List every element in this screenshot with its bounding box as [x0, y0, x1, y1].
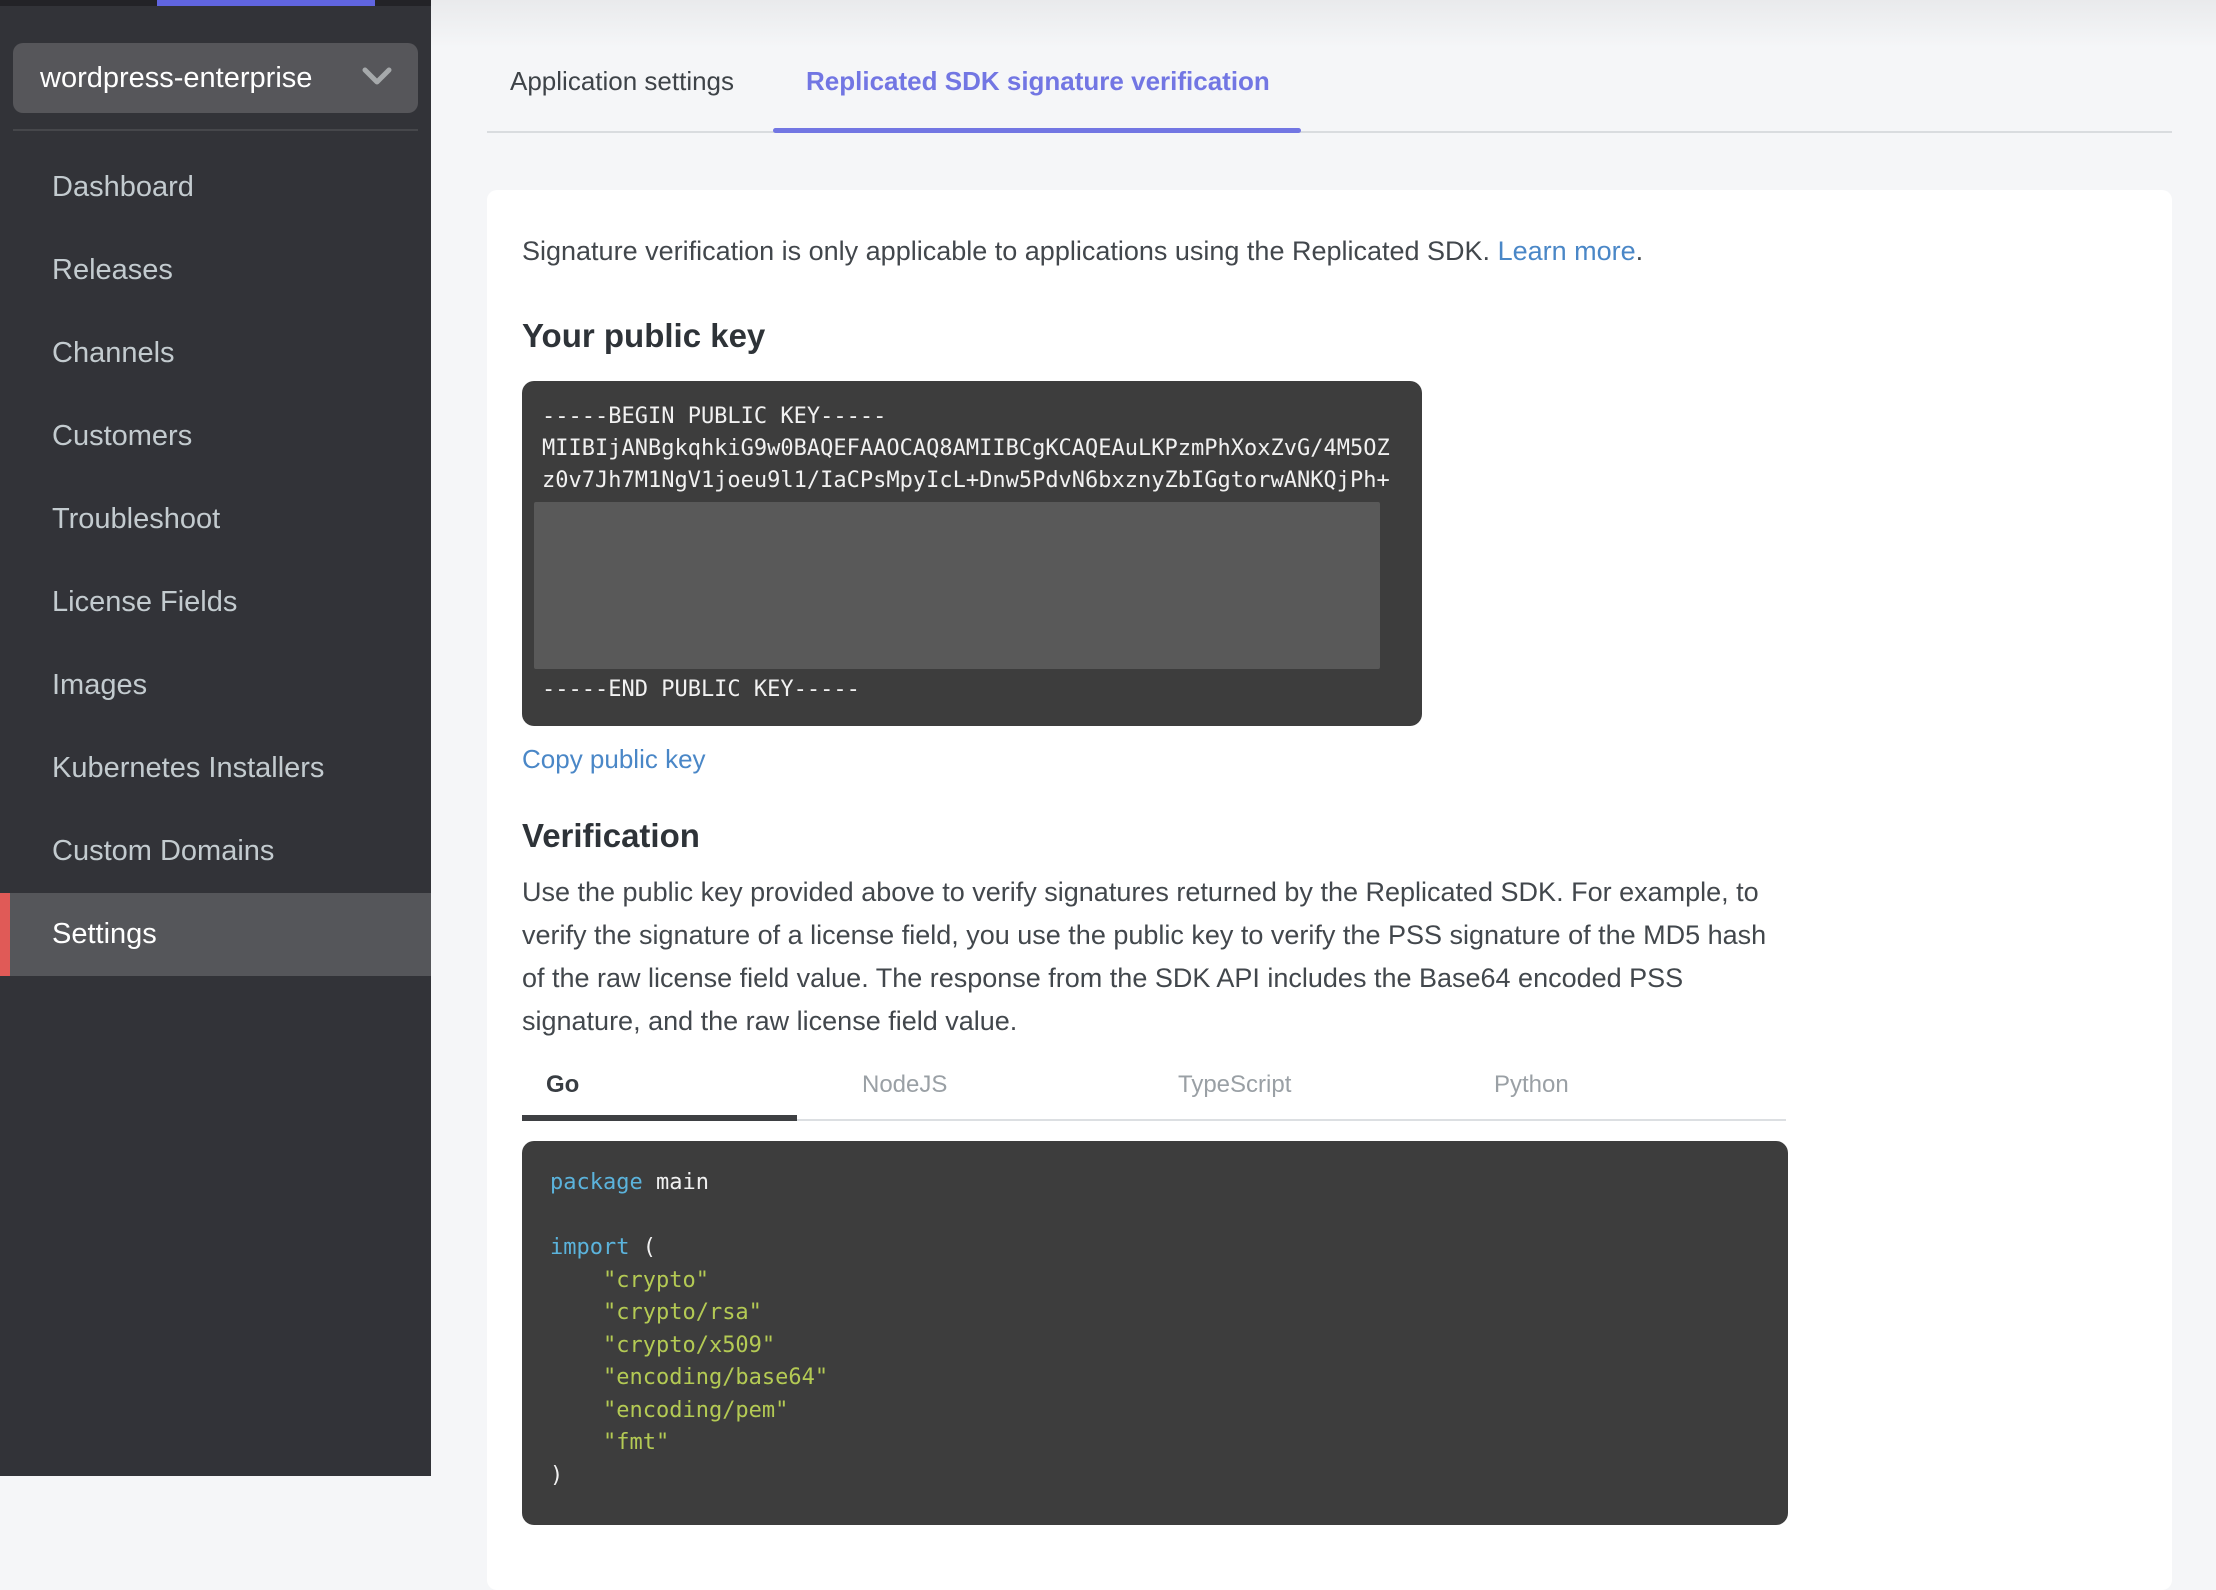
sidebar-item-dashboard[interactable]: Dashboard [0, 146, 431, 229]
code-line: "crypto/x509" [602, 1332, 776, 1358]
sidebar-item-license-fields[interactable]: License Fields [0, 561, 431, 644]
sidebar-item-kubernetes-installers[interactable]: Kubernetes Installers [0, 727, 431, 810]
public-key-line: -----END PUBLIC KEY----- [542, 677, 860, 702]
lang-tab-python[interactable]: Python [1470, 1057, 1786, 1119]
code-line: "fmt" [602, 1430, 670, 1455]
verification-heading: Verification [522, 817, 700, 854]
chevron-down-icon [362, 67, 392, 90]
public-key-line: z0v7Jh7M1NgV1joeu9l1/IaCPsMpyIcL+Dnw5Pdv… [542, 468, 1390, 493]
app-selector-value: wordpress-enterprise [40, 61, 313, 94]
public-key-line: MIIBIjANBgkqhkiG9w0BAQEFAAOCAQ8AMIIBCgKC… [542, 436, 1390, 461]
top-accent-bar [157, 0, 375, 6]
tab-application-settings[interactable]: Application settings [510, 66, 734, 131]
lang-tab-typescript[interactable]: TypeScript [1154, 1057, 1470, 1119]
sidebar-item-settings[interactable]: Settings [0, 893, 431, 976]
sidebar-item-releases[interactable]: Releases [0, 229, 431, 312]
public-key-block: -----BEGIN PUBLIC KEY----- MIIBIjANBgkqhk… [522, 381, 1422, 726]
sidebar-item-channels[interactable]: Channels [0, 312, 431, 395]
intro-text-body: Signature verification is only applicabl… [522, 236, 1498, 266]
copy-public-key-link[interactable]: Copy public key [522, 744, 706, 775]
sidebar-divider [13, 129, 418, 131]
tab-replicated-sdk-signature-verification[interactable]: Replicated SDK signature verification [773, 66, 1301, 133]
code-line: "encoding/base64" [602, 1365, 829, 1390]
sidebar-item-custom-domains[interactable]: Custom Domains [0, 810, 431, 893]
sidebar-item-troubleshoot[interactable]: Troubleshoot [0, 478, 431, 561]
code-line: package main [550, 1170, 709, 1195]
app-selector-dropdown[interactable]: wordpress-enterprise [13, 43, 418, 113]
public-key-heading: Your public key [522, 317, 766, 354]
verification-description: Use the public key provided above to ver… [522, 877, 1767, 1036]
language-tabs: Go NodeJS TypeScript Python [522, 1057, 1786, 1121]
main-area: Application settings Replicated SDK signa… [431, 0, 2216, 1590]
public-key-line: -----BEGIN PUBLIC KEY----- [542, 404, 887, 429]
intro-text-period: . [1635, 236, 1644, 266]
go-code-block: package main import ( "crypto" "crypto/r… [522, 1141, 1788, 1525]
code-line: "crypto" [602, 1267, 709, 1293]
intro-text: Signature verification is only applicabl… [522, 236, 2172, 267]
sidebar-item-images[interactable]: Images [0, 644, 431, 727]
code-line: import ( [550, 1235, 656, 1260]
sidebar-nav: Dashboard Releases Channels Customers Troubl… [0, 146, 431, 976]
code-line: "encoding/pem" [602, 1397, 789, 1423]
main-tabs: Application settings Replicated SDK signa… [487, 0, 2172, 133]
sidebar: wordpress-enterprise Dashboard Releases Ch… [0, 6, 431, 1476]
lang-tab-nodejs[interactable]: NodeJS [838, 1057, 1154, 1119]
top-bar [0, 0, 431, 6]
lang-tab-go[interactable]: Go [522, 1057, 838, 1121]
settings-card: Signature verification is only applicabl… [487, 190, 2172, 1590]
learn-more-link[interactable]: Learn more [1498, 236, 1636, 266]
sidebar-item-customers[interactable]: Customers [0, 395, 431, 478]
public-key-redacted-region [534, 502, 1380, 669]
code-line: "crypto/rsa" [602, 1300, 762, 1325]
